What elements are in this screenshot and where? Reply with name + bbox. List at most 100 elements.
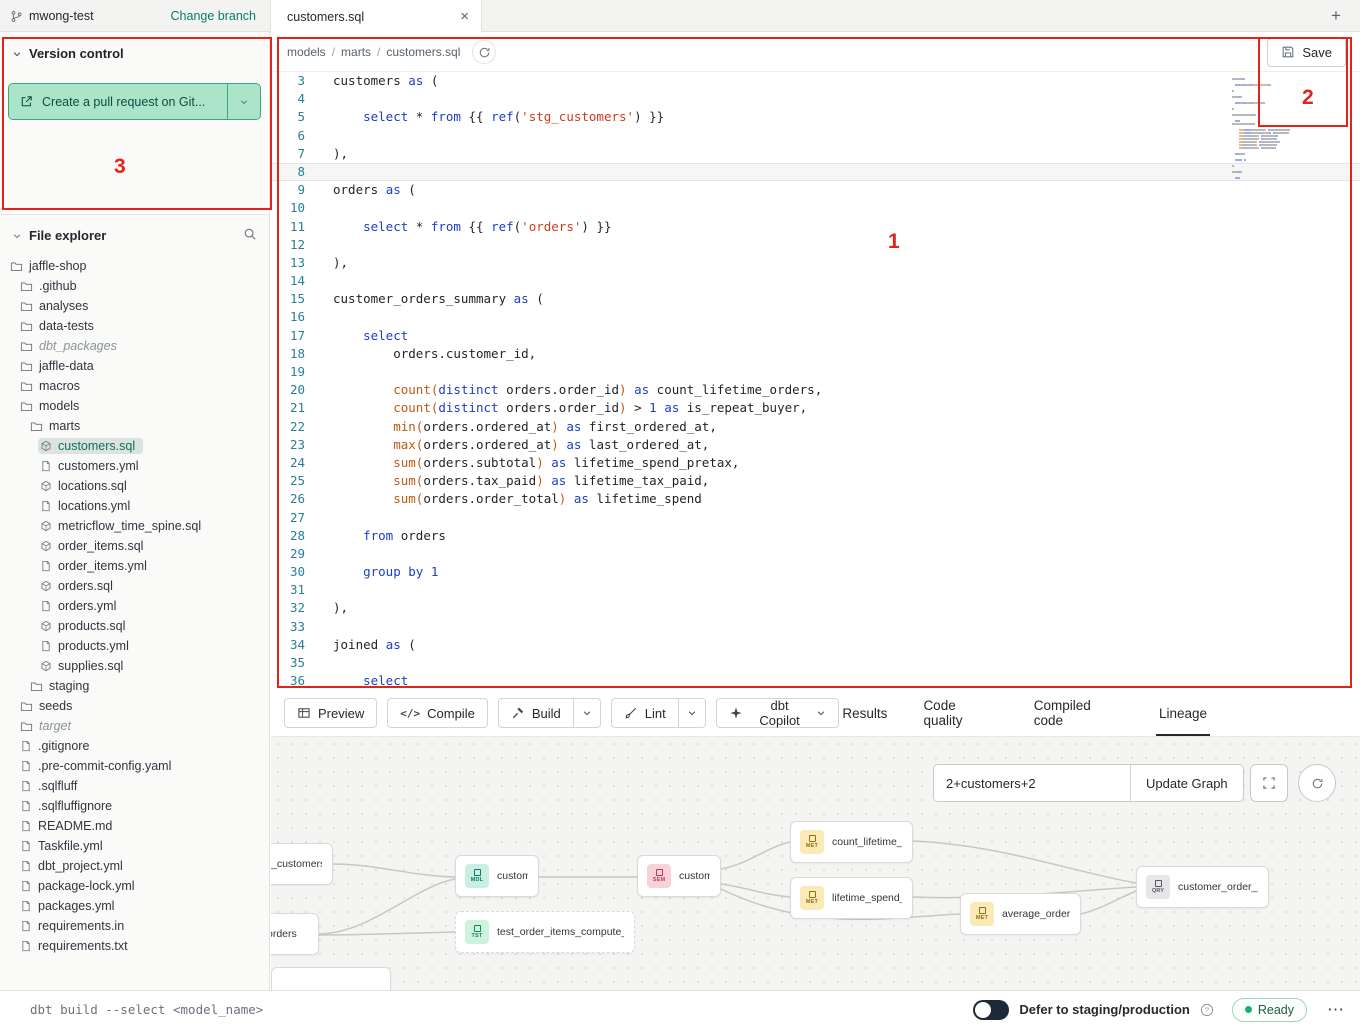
tree-item-supplies.sql[interactable]: supplies.sql xyxy=(0,656,269,676)
compile-button[interactable]: </>Compile xyxy=(387,698,488,728)
sync-button[interactable] xyxy=(472,40,496,64)
file-search-button[interactable] xyxy=(243,227,257,244)
save-button[interactable]: Save xyxy=(1267,38,1346,67)
tree-item-.github[interactable]: .github xyxy=(0,276,269,296)
tree-item-requirements.txt[interactable]: requirements.txt xyxy=(0,936,269,956)
code-line-11[interactable]: 11 select * from {{ ref('orders') }} xyxy=(271,218,1360,236)
lineage-node-lifetime_spend_pretax[interactable]: METlifetime_spend_pretax xyxy=(790,877,913,919)
code-line-25[interactable]: 25 sum(orders.tax_paid) as lifetime_tax_… xyxy=(271,472,1360,490)
lineage-node-customer_order_metrics[interactable]: QRYcustomer_order_metrics xyxy=(1136,866,1269,908)
code-line-19[interactable]: 19 xyxy=(271,363,1360,381)
code-line-14[interactable]: 14 xyxy=(271,272,1360,290)
tree-item-order_items.yml[interactable]: order_items.yml xyxy=(0,556,269,576)
code-line-5[interactable]: 5 select * from {{ ref('stg_customers') … xyxy=(271,108,1360,126)
tree-item-marts[interactable]: marts xyxy=(0,416,269,436)
tree-item-macros[interactable]: macros xyxy=(0,376,269,396)
editor-tab-customers-sql[interactable]: customers.sql × xyxy=(270,0,482,33)
tree-item-jaffle-shop[interactable]: jaffle-shop xyxy=(0,256,269,276)
code-line-17[interactable]: 17 select xyxy=(271,327,1360,345)
preview-button[interactable]: Preview xyxy=(284,698,377,728)
update-graph-button[interactable]: Update Graph xyxy=(1130,765,1243,801)
tree-item-order_items.sql[interactable]: order_items.sql xyxy=(0,536,269,556)
code-line-32[interactable]: 32), xyxy=(271,599,1360,617)
pull-request-dropdown-button[interactable] xyxy=(227,84,260,119)
more-menu-button[interactable]: ⋯ xyxy=(1327,1000,1346,1020)
tree-item-.gitignore[interactable]: .gitignore xyxy=(0,736,269,756)
code-line-27[interactable]: 27 xyxy=(271,509,1360,527)
code-line-15[interactable]: 15customer_orders_summary as ( xyxy=(271,290,1360,308)
tree-item-README.md[interactable]: README.md xyxy=(0,816,269,836)
minimap[interactable] xyxy=(1232,78,1312,180)
tree-item-analyses[interactable]: analyses xyxy=(0,296,269,316)
tree-item-.sqlfluffignore[interactable]: .sqlfluffignore xyxy=(0,796,269,816)
create-pull-request-button[interactable]: Create a pull request on Git... xyxy=(9,84,227,119)
build-button[interactable]: Build xyxy=(498,698,573,728)
lint-dropdown-button[interactable] xyxy=(678,698,706,728)
breadcrumb-models[interactable]: models xyxy=(287,45,326,59)
code-line-13[interactable]: 13), xyxy=(271,254,1360,272)
lineage-node-partial[interactable] xyxy=(271,967,391,990)
tree-item-target[interactable]: target xyxy=(0,716,269,736)
close-tab-icon[interactable]: × xyxy=(460,9,469,24)
tree-item-package-lock.yml[interactable]: package-lock.yml xyxy=(0,876,269,896)
build-dropdown-button[interactable] xyxy=(573,698,601,728)
tab-results[interactable]: Results xyxy=(839,690,890,736)
code-line-18[interactable]: 18 orders.customer_id, xyxy=(271,345,1360,363)
code-line-6[interactable]: 6 xyxy=(271,127,1360,145)
tab-compiled-code[interactable]: Compiled code xyxy=(1031,690,1126,736)
code-line-33[interactable]: 33 xyxy=(271,618,1360,636)
tree-item-products.sql[interactable]: products.sql xyxy=(0,616,269,636)
code-line-26[interactable]: 26 sum(orders.order_total) as lifetime_s… xyxy=(271,490,1360,508)
tree-item-models[interactable]: models xyxy=(0,396,269,416)
code-line-9[interactable]: 9orders as ( xyxy=(271,181,1360,199)
code-line-4[interactable]: 4 xyxy=(271,90,1360,108)
lint-button[interactable]: Lint xyxy=(611,698,678,728)
lineage-node-orders[interactable]: MDLorders xyxy=(271,913,319,955)
tree-item-data-tests[interactable]: data-tests xyxy=(0,316,269,336)
tab-lineage[interactable]: Lineage xyxy=(1156,690,1210,736)
dbt-copilot-button[interactable]: dbt Copilot xyxy=(716,698,840,728)
tree-item-customers.sql[interactable]: customers.sql xyxy=(0,436,269,456)
tree-item-orders.yml[interactable]: orders.yml xyxy=(0,596,269,616)
tree-item-requirements.in[interactable]: requirements.in xyxy=(0,916,269,936)
code-line-8[interactable]: 8 xyxy=(271,163,1360,181)
lineage-node-average_order_value[interactable]: METaverage_order_value xyxy=(960,893,1081,935)
lineage-node-stg_customers[interactable]: MDLstg_customers xyxy=(271,843,333,885)
code-line-16[interactable]: 16 xyxy=(271,308,1360,326)
lineage-node-count_lifetime_orders[interactable]: METcount_lifetime_orders xyxy=(790,821,913,863)
tree-item-packages.yml[interactable]: packages.yml xyxy=(0,896,269,916)
code-line-30[interactable]: 30 group by 1 xyxy=(271,563,1360,581)
new-tab-button[interactable]: + xyxy=(1324,4,1348,28)
tree-item-locations.sql[interactable]: locations.sql xyxy=(0,476,269,496)
tree-item-Taskfile.yml[interactable]: Taskfile.yml xyxy=(0,836,269,856)
tree-item-locations.yml[interactable]: locations.yml xyxy=(0,496,269,516)
code-line-21[interactable]: 21 count(distinct orders.order_id) > 1 a… xyxy=(271,399,1360,417)
code-line-34[interactable]: 34joined as ( xyxy=(271,636,1360,654)
code-line-36[interactable]: 36 select xyxy=(271,672,1360,690)
lineage-node-customers[interactable]: SEMcustomers xyxy=(637,855,721,897)
tree-item-orders.sql[interactable]: orders.sql xyxy=(0,576,269,596)
code-line-28[interactable]: 28 from orders xyxy=(271,527,1360,545)
code-line-23[interactable]: 23 max(orders.ordered_at) as last_ordere… xyxy=(271,436,1360,454)
file-explorer-header[interactable]: File explorer xyxy=(0,215,269,248)
change-branch-link[interactable]: Change branch xyxy=(171,9,256,23)
tree-item-jaffle-data[interactable]: jaffle-data xyxy=(0,356,269,376)
help-icon[interactable]: ? xyxy=(1200,1003,1214,1017)
graph-selector-input[interactable] xyxy=(934,765,1130,801)
fullscreen-button[interactable] xyxy=(1250,764,1288,802)
tab-code-quality[interactable]: Code quality xyxy=(920,690,1000,736)
refresh-graph-button[interactable] xyxy=(1298,764,1336,802)
tree-item-dbt_project.yml[interactable]: dbt_project.yml xyxy=(0,856,269,876)
code-line-20[interactable]: 20 count(distinct orders.order_id) as co… xyxy=(271,381,1360,399)
tree-item-dbt_packages[interactable]: dbt_packages xyxy=(0,336,269,356)
code-line-31[interactable]: 31 xyxy=(271,581,1360,599)
lineage-node-test_order_items_compute_to_bools...[interactable]: TSTtest_order_items_compute_to_bools... xyxy=(455,911,635,953)
defer-toggle[interactable] xyxy=(973,1000,1009,1020)
code-line-24[interactable]: 24 sum(orders.subtotal) as lifetime_spen… xyxy=(271,454,1360,472)
code-line-22[interactable]: 22 min(orders.ordered_at) as first_order… xyxy=(271,418,1360,436)
breadcrumb-file[interactable]: customers.sql xyxy=(386,45,460,59)
tree-item-.pre-commit-config.yaml[interactable]: .pre-commit-config.yaml xyxy=(0,756,269,776)
tree-item-customers.yml[interactable]: customers.yml xyxy=(0,456,269,476)
breadcrumb-marts[interactable]: marts xyxy=(341,45,371,59)
version-control-header[interactable]: Version control xyxy=(0,32,269,67)
